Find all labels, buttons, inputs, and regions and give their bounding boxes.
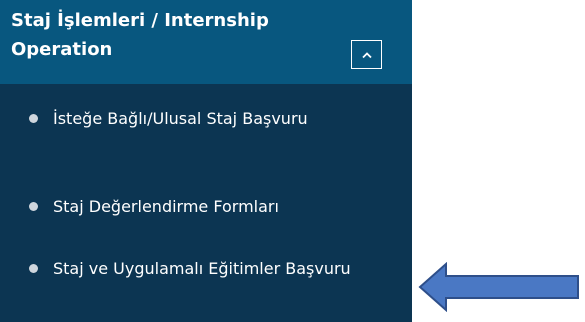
menu-item-label: Staj ve Uygulamalı Eğitimler Başvuru (53, 259, 351, 278)
section-title: Staj İşlemleri / Internship Operation (11, 10, 269, 60)
menu-item-label: Staj Değerlendirme Formları (53, 197, 279, 216)
bullet-icon (29, 202, 38, 211)
menu-item-optional-national-internship[interactable]: İsteğe Bağlı/Ulusal Staj Başvuru (0, 100, 412, 162)
collapse-button[interactable] (351, 40, 382, 69)
section-header[interactable]: Staj İşlemleri / Internship Operation (0, 0, 412, 84)
bullet-icon (29, 264, 38, 273)
pointer-arrow-icon (418, 262, 579, 312)
menu-item-evaluation-forms[interactable]: Staj Değerlendirme Formları (0, 188, 412, 228)
chevron-up-icon (361, 51, 372, 58)
menu-item-label: İsteğe Bağlı/Ulusal Staj Başvuru (53, 109, 308, 128)
sidebar-menu: Staj İşlemleri / Internship Operation İs… (0, 0, 412, 322)
bullet-icon (29, 114, 38, 123)
menu-item-applied-training-application[interactable]: Staj ve Uygulamalı Eğitimler Başvuru (0, 250, 412, 312)
